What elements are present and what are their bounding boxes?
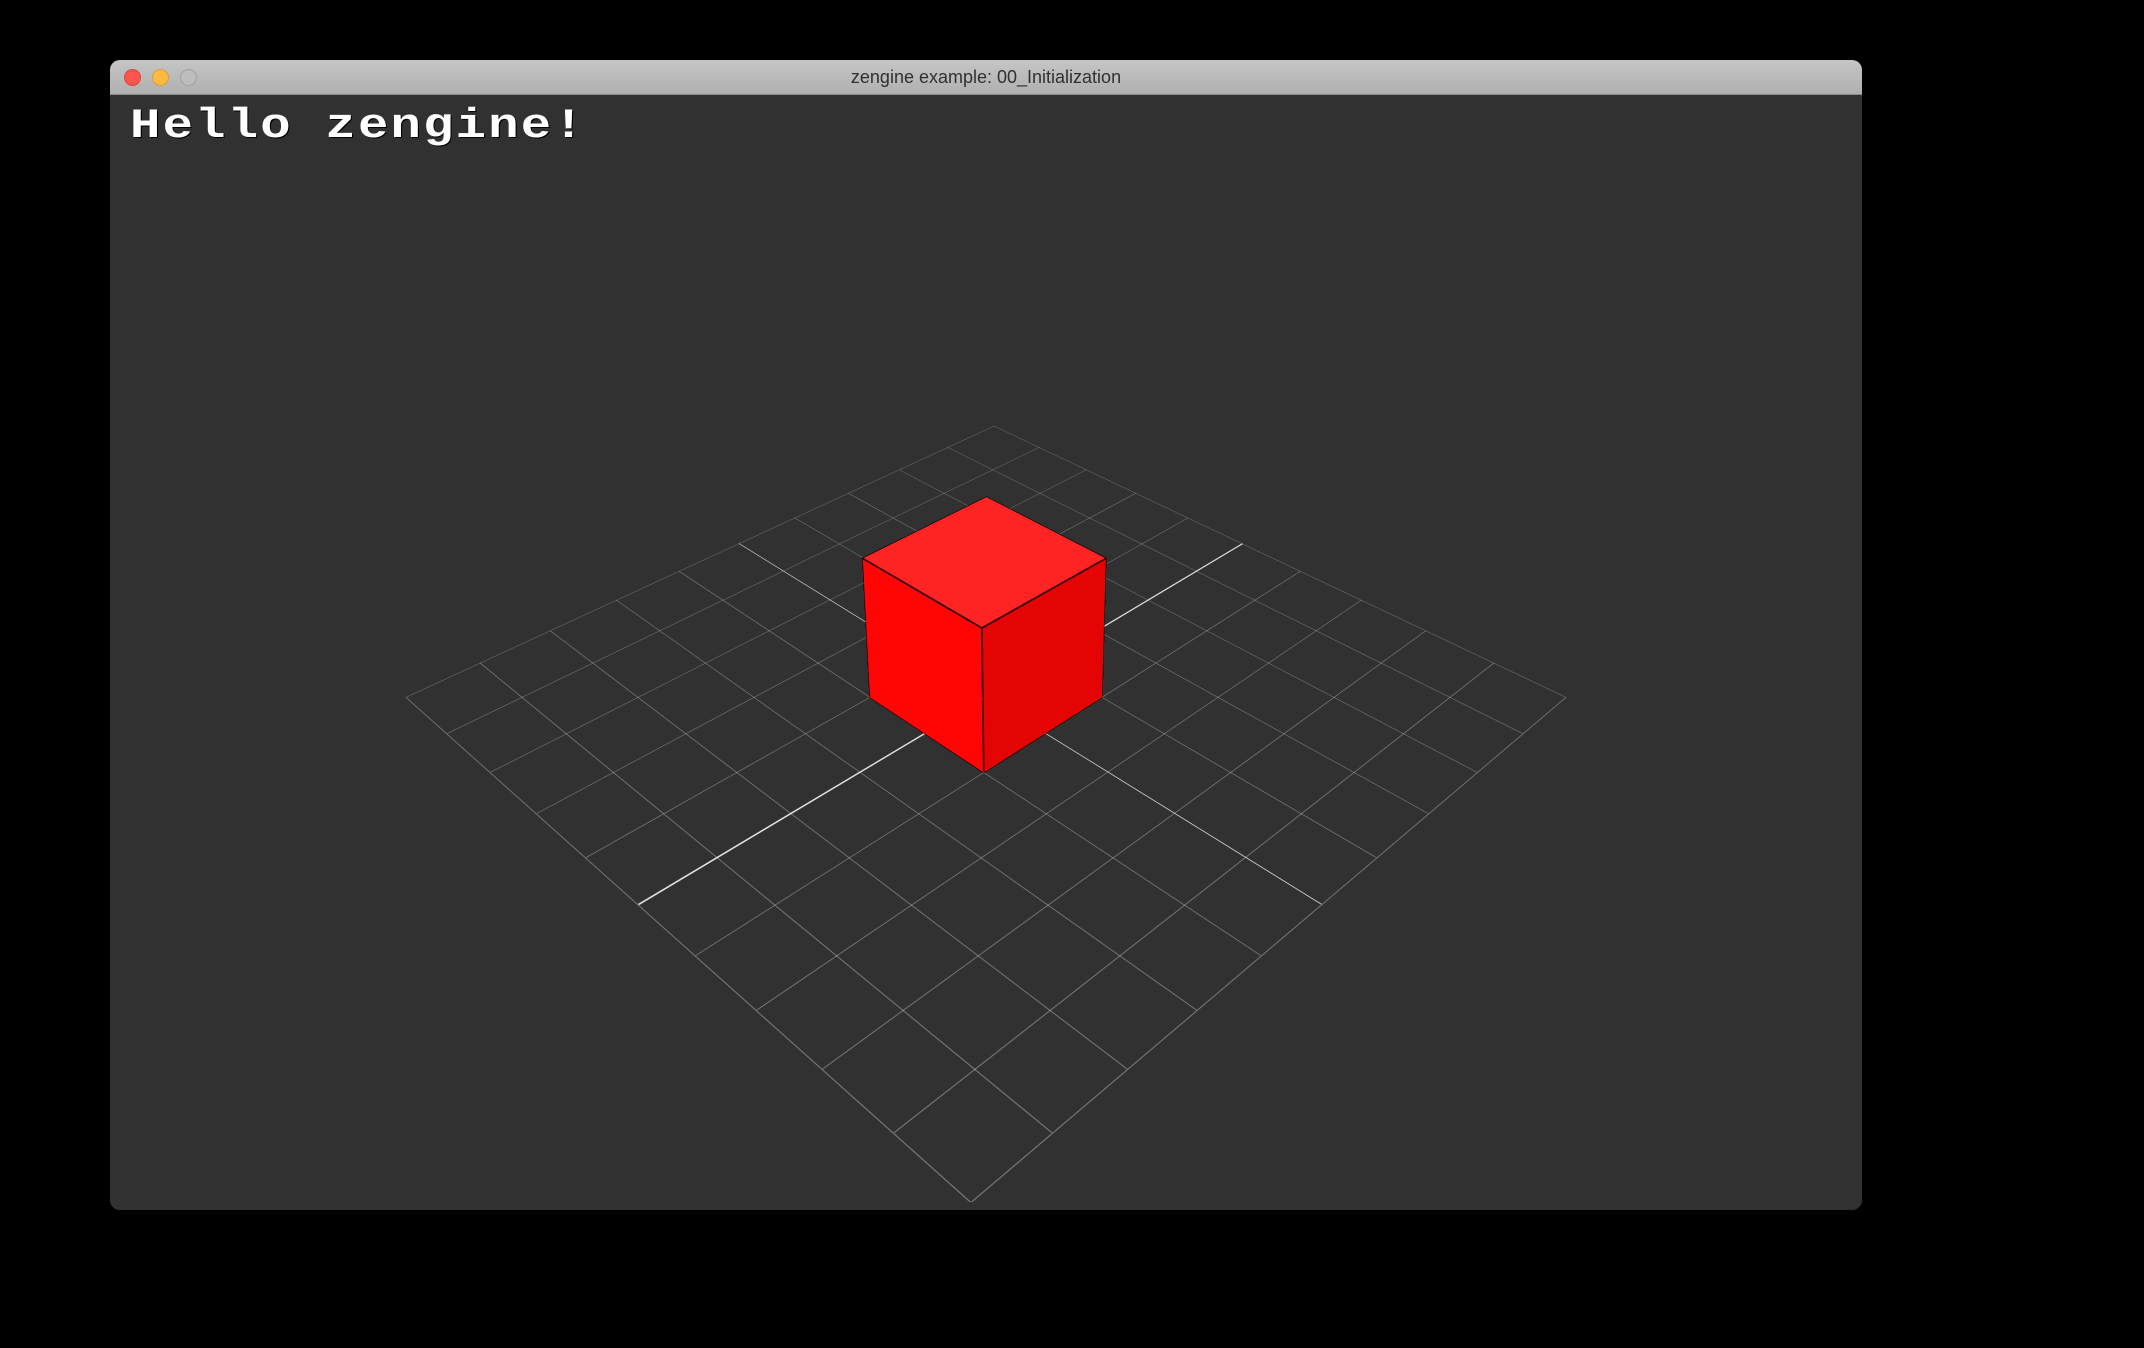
red-cube: [866, 565, 1105, 702]
app-window: zengine example: 00_Initialization Hello…: [110, 60, 1862, 1210]
window-controls: [124, 69, 197, 86]
minimize-icon[interactable]: [152, 69, 169, 86]
scene-container: [110, 95, 1862, 1210]
maximize-icon[interactable]: [180, 69, 197, 86]
titlebar[interactable]: zengine example: 00_Initialization: [110, 60, 1862, 95]
viewport-3d[interactable]: Hello zengine!: [110, 95, 1862, 1210]
window-title: zengine example: 00_Initialization: [851, 67, 1121, 88]
close-icon[interactable]: [124, 69, 141, 86]
